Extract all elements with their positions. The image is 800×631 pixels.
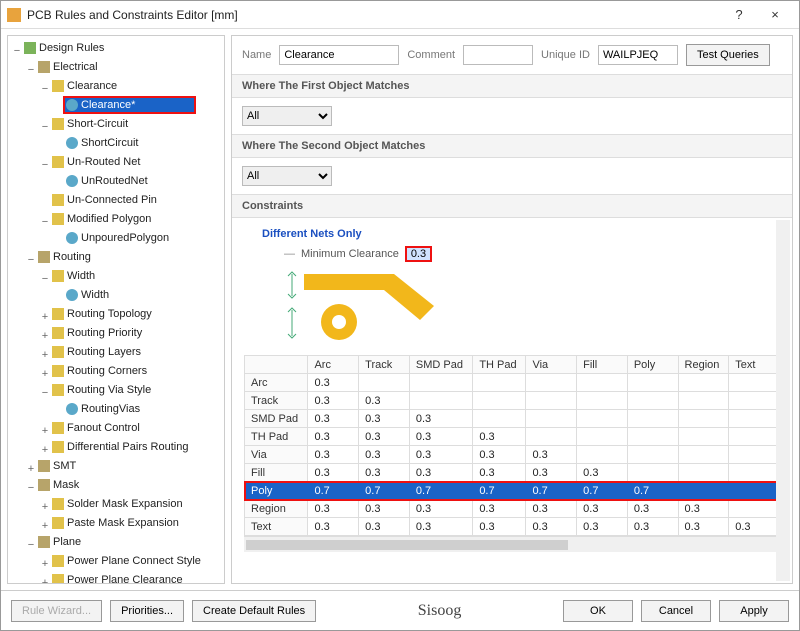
watermark: Sisoog (324, 602, 555, 620)
tree-clearance[interactable]: Clearance (67, 78, 117, 94)
tree-smt[interactable]: SMT (53, 458, 76, 474)
tree-root[interactable]: Design Rules (39, 40, 104, 56)
name-input[interactable] (279, 45, 399, 65)
second-match-header: Where The Second Object Matches (232, 135, 792, 158)
clearance-matrix[interactable]: ArcTrackSMD PadTH PadViaFillPolyRegionTe… (244, 355, 780, 536)
tree-unrouted[interactable]: Un-Routed Net (67, 154, 140, 170)
constraints-header: Constraints (232, 195, 792, 218)
tree-modpoly[interactable]: Modified Polygon (67, 211, 151, 227)
create-default-button[interactable]: Create Default Rules (192, 600, 316, 622)
tree-plane[interactable]: Plane (53, 534, 81, 550)
help-button[interactable]: ? (721, 3, 757, 27)
tree-routing[interactable]: Routing (53, 249, 91, 265)
tree-electrical[interactable]: Electrical (53, 59, 98, 75)
clearance-diagram (284, 266, 780, 347)
different-nets-label: Different Nets Only (262, 228, 780, 240)
tree-unconnected[interactable]: Un-Connected Pin (67, 192, 157, 208)
tree-mask[interactable]: Mask (53, 477, 79, 493)
tree-short-circuit[interactable]: Short-Circuit (67, 116, 128, 132)
ok-button[interactable]: OK (563, 600, 633, 622)
close-button[interactable]: × (757, 3, 793, 27)
cancel-button[interactable]: Cancel (641, 600, 711, 622)
vertical-scrollbar[interactable] (776, 220, 790, 581)
second-match-select[interactable]: All (242, 166, 332, 186)
min-clearance-label: Minimum Clearance (301, 248, 399, 260)
uid-input[interactable] (598, 45, 678, 65)
horizontal-scrollbar[interactable] (244, 536, 780, 552)
priorities-button[interactable]: Priorities... (110, 600, 184, 622)
uid-label: Unique ID (541, 49, 590, 61)
tree-clearance-rule[interactable]: Clearance* (64, 97, 195, 113)
min-clearance-value[interactable]: 0.3 (405, 246, 432, 262)
rules-tree[interactable]: −Design Rules −Electrical −Clearance Cle… (7, 35, 225, 584)
name-label: Name (242, 49, 271, 61)
first-match-select[interactable]: All (242, 106, 332, 126)
comment-input[interactable] (463, 45, 533, 65)
rule-wizard-button: Rule Wizard... (11, 600, 102, 622)
first-match-header: Where The First Object Matches (232, 75, 792, 98)
test-queries-button[interactable]: Test Queries (686, 44, 770, 66)
apply-button[interactable]: Apply (719, 600, 789, 622)
comment-label: Comment (407, 49, 455, 61)
window-title: PCB Rules and Constraints Editor [mm] (27, 8, 721, 22)
app-icon (7, 8, 21, 22)
